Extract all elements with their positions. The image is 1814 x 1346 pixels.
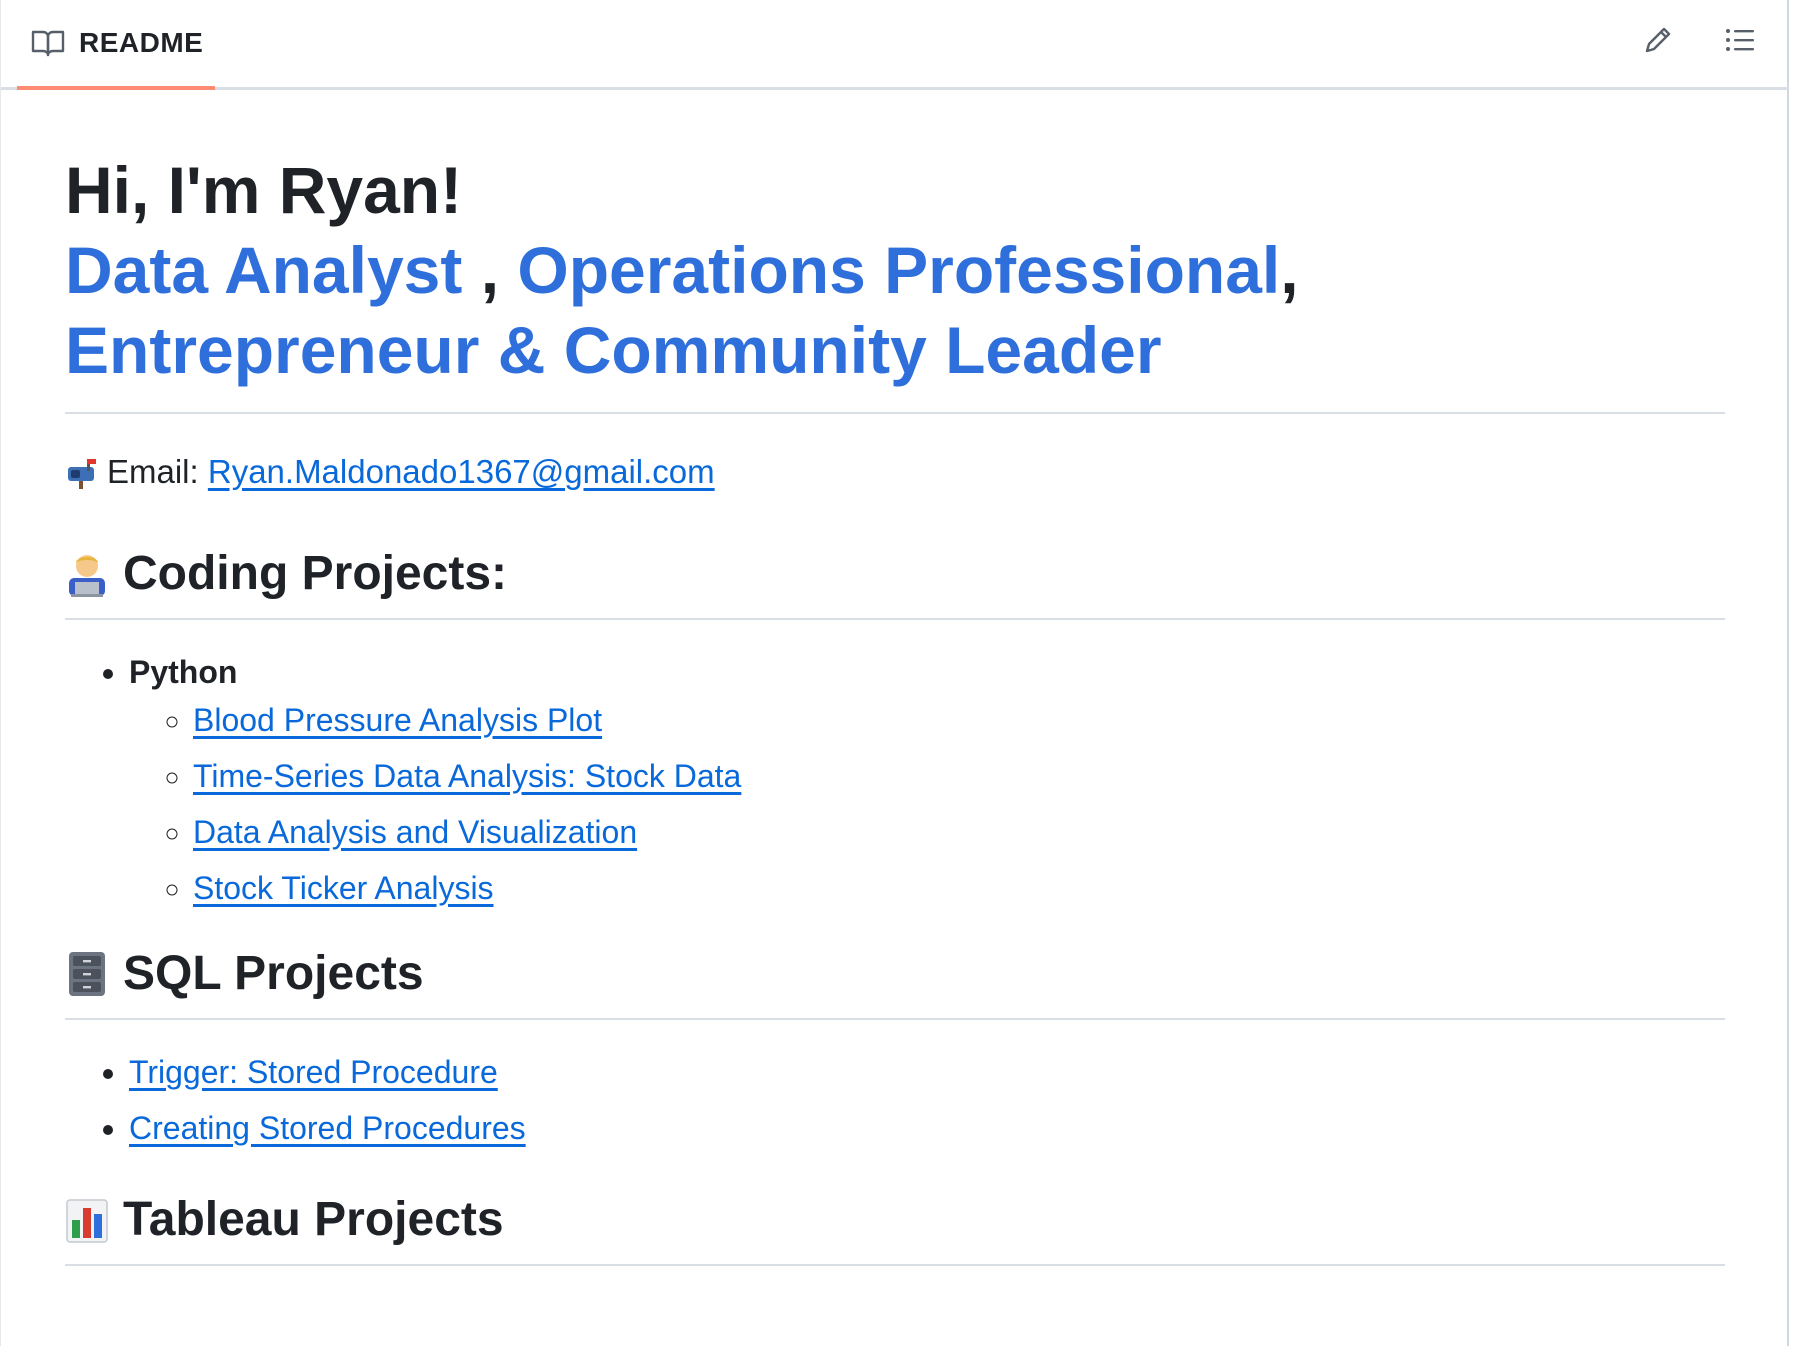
coding-list: Python Blood Pressure Analysis Plot Time… (65, 650, 1725, 910)
bar-chart-icon (65, 1196, 109, 1244)
list-item: Stock Ticker Analysis (193, 866, 1725, 910)
role-operations-professional[interactable]: Operations Professional (517, 233, 1280, 307)
list-item: Data Analysis and Visualization (193, 810, 1725, 854)
file-cabinet-icon (65, 950, 109, 998)
section-tableau-title: Tableau Projects (65, 1190, 1725, 1266)
readme-panel: README Hi, I'm Ryan! Data Analyst , Oper… (0, 0, 1789, 1346)
role-data-analyst[interactable]: Data Analyst (65, 233, 462, 307)
python-group-label: Python (129, 654, 238, 690)
link-blood-pressure[interactable]: Blood Pressure Analysis Plot (193, 702, 602, 738)
list-icon (1724, 24, 1756, 61)
roles-heading: Data Analyst , Operations Professional, … (65, 230, 1725, 414)
link-time-series[interactable]: Time-Series Data Analysis: Stock Data (193, 758, 741, 794)
email-link[interactable]: Ryan.Maldonado1367@gmail.com (208, 452, 715, 492)
link-trigger-stored-procedure[interactable]: Trigger: Stored Procedure (129, 1054, 498, 1090)
book-icon (31, 28, 65, 58)
list-item: Creating Stored Procedures (129, 1106, 1725, 1150)
link-data-analysis[interactable]: Data Analysis and Visualization (193, 814, 637, 850)
link-stock-ticker[interactable]: Stock Ticker Analysis (193, 870, 494, 906)
email-label: Email: (107, 453, 199, 490)
readme-header: README (1, 0, 1788, 90)
sql-list: Trigger: Stored Procedure Creating Store… (65, 1050, 1725, 1150)
section-tableau-label: Tableau Projects (123, 1193, 504, 1246)
section-coding-title: Coding Projects: (65, 544, 1725, 620)
role-separator: , (1280, 233, 1299, 307)
technologist-icon (65, 550, 109, 598)
python-links: Blood Pressure Analysis Plot Time-Series… (129, 698, 1725, 910)
page-title: Hi, I'm Ryan! (65, 153, 463, 227)
pencil-icon (1642, 24, 1674, 61)
link-creating-stored-procedures[interactable]: Creating Stored Procedures (129, 1110, 526, 1146)
edit-button[interactable] (1638, 22, 1678, 62)
role-entrepreneur[interactable]: Entrepreneur & Community Leader (65, 313, 1162, 387)
section-coding-label: Coding Projects: (123, 547, 508, 600)
list-item: Python Blood Pressure Analysis Plot Time… (129, 650, 1725, 910)
list-item: Time-Series Data Analysis: Stock Data (193, 754, 1725, 798)
mailbox-icon (65, 455, 99, 489)
readme-content: Hi, I'm Ryan! Data Analyst , Operations … (65, 150, 1725, 1266)
email-line: Email: Ryan.Maldonado1367@gmail.com (65, 452, 1725, 492)
readme-tab-label: README (79, 27, 204, 58)
readme-tab[interactable]: README (17, 0, 215, 90)
header-actions (1638, 22, 1760, 62)
section-sql-title: SQL Projects (65, 944, 1725, 1020)
list-item: Blood Pressure Analysis Plot (193, 698, 1725, 742)
outline-button[interactable] (1720, 22, 1760, 62)
list-item: Trigger: Stored Procedure (129, 1050, 1725, 1094)
role-separator: , (462, 233, 500, 307)
section-sql-label: SQL Projects (123, 947, 424, 1000)
